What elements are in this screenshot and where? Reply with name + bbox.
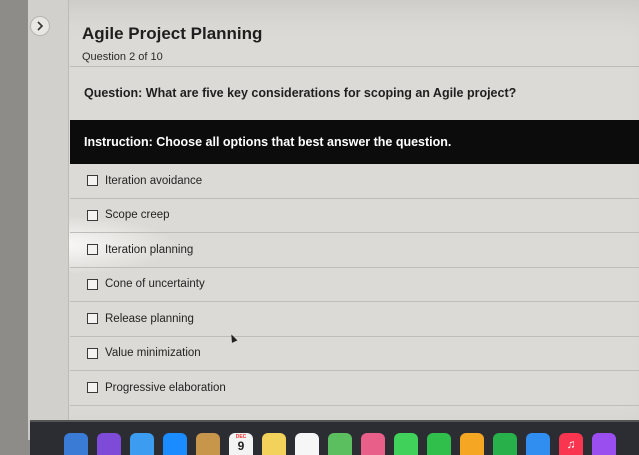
chevron-right-icon[interactable] — [30, 16, 50, 36]
checkbox[interactable] — [87, 278, 98, 290]
finder-icon[interactable] — [64, 433, 88, 455]
options-list: Iteration avoidance Scope creep Iteratio… — [70, 164, 639, 406]
question-text: Question: What are five key consideratio… — [84, 86, 517, 100]
checkbox[interactable] — [87, 175, 98, 187]
instruction-text: Instruction: Choose all options that bes… — [84, 135, 452, 149]
reminders-icon[interactable] — [295, 433, 319, 455]
instruction-banner: Instruction: Choose all options that bes… — [70, 120, 639, 164]
option-cone-of-uncertainty[interactable]: Cone of uncertainty — [70, 268, 639, 302]
option-iteration-avoidance[interactable]: Iteration avoidance — [70, 164, 639, 199]
freeform-icon[interactable] — [460, 433, 484, 455]
maps-icon[interactable] — [328, 433, 352, 455]
numbers-icon[interactable] — [493, 433, 517, 455]
notes-icon[interactable] — [262, 433, 286, 455]
option-label: Iteration avoidance — [105, 174, 203, 187]
messages-icon[interactable] — [394, 433, 418, 455]
option-label: Cone of uncertainty — [105, 278, 205, 291]
page-title: Agile Project Planning — [82, 24, 263, 43]
safari-icon[interactable] — [163, 433, 187, 455]
option-release-planning[interactable]: Release planning — [70, 302, 639, 337]
dock: DEC 9 ♫ — [30, 420, 639, 455]
launchpad-icon[interactable] — [97, 433, 121, 455]
option-label: Iteration planning — [105, 243, 194, 256]
checkbox[interactable] — [87, 382, 98, 394]
checkbox[interactable] — [87, 244, 98, 256]
option-label: Scope creep — [105, 209, 170, 222]
photos-icon[interactable] — [361, 433, 385, 455]
checkbox[interactable] — [87, 209, 98, 221]
side-rail — [28, 0, 69, 420]
checkbox[interactable] — [87, 347, 98, 359]
option-scope-creep[interactable]: Scope creep — [70, 199, 639, 233]
music-icon[interactable]: ♫ — [559, 433, 583, 455]
facetime-icon[interactable] — [427, 433, 451, 455]
option-label: Release planning — [105, 312, 194, 325]
calendar-day: 9 — [237, 439, 245, 453]
option-value-minimization[interactable]: Value minimization — [70, 337, 639, 371]
option-progressive-elaboration[interactable]: Progressive elaboration — [70, 371, 639, 406]
podcasts-icon[interactable] — [592, 433, 616, 455]
divider — [70, 66, 639, 67]
option-label: Value minimization — [105, 347, 201, 360]
question-counter: Question 2 of 10 — [82, 51, 163, 63]
contacts-icon[interactable] — [196, 433, 220, 455]
option-iteration-planning[interactable]: Iteration planning — [70, 233, 639, 268]
calendar-icon[interactable]: DEC 9 — [229, 433, 253, 455]
mail-icon[interactable] — [130, 433, 154, 455]
option-label: Progressive elaboration — [105, 381, 226, 394]
keynote-icon[interactable] — [526, 433, 550, 455]
checkbox[interactable] — [87, 313, 98, 325]
